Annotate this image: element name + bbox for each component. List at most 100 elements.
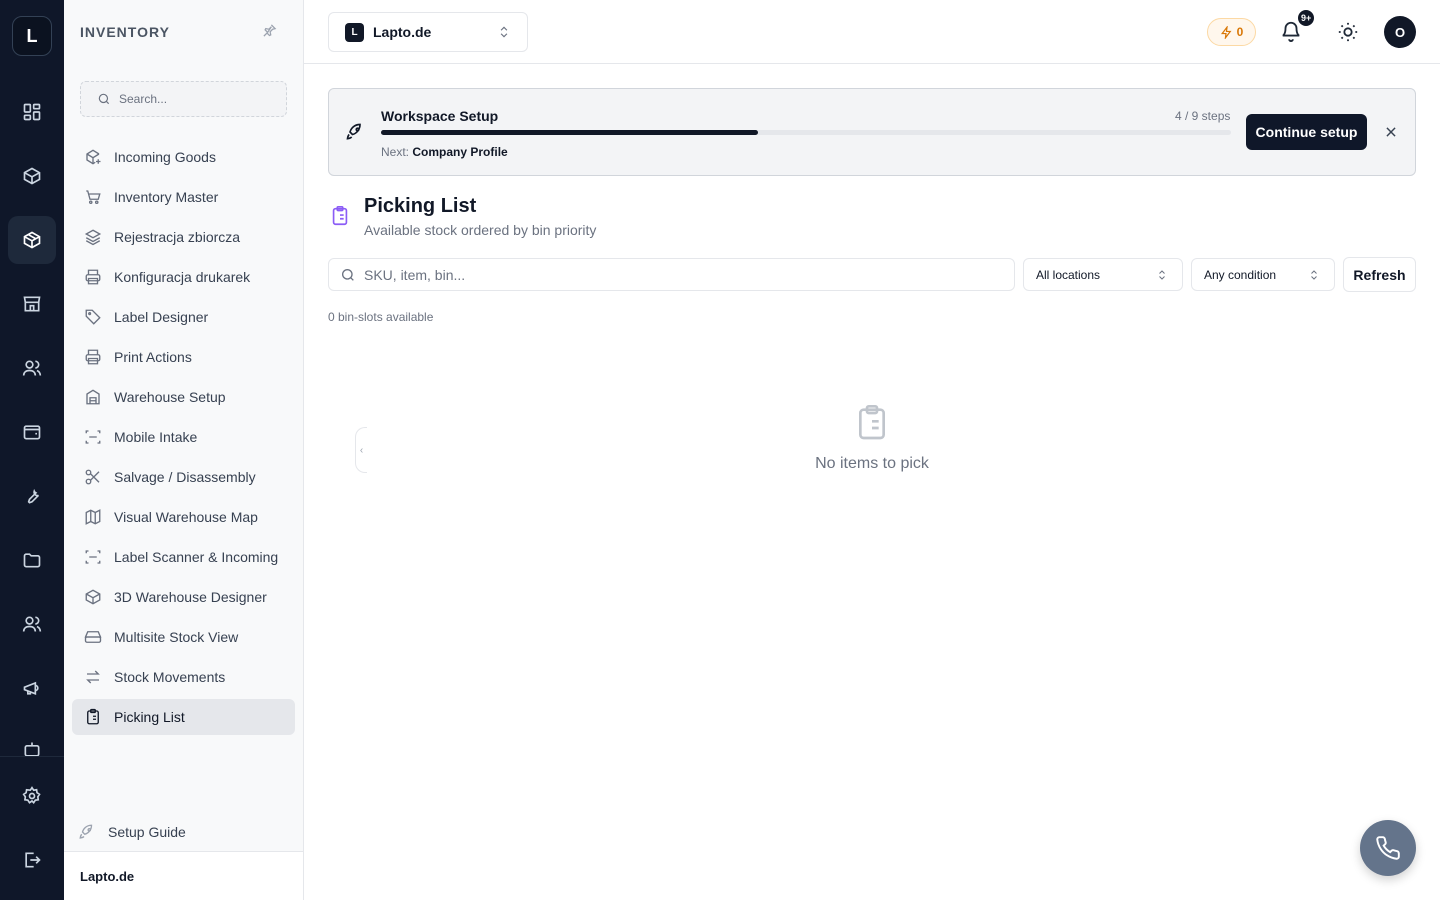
avatar[interactable]: O: [1384, 16, 1416, 48]
condition-filter-select[interactable]: Any condition: [1191, 258, 1335, 291]
sidebar-item-rejestracja-zbiorcza[interactable]: Rejestracja zbiorcza: [72, 219, 295, 255]
map-icon: [84, 508, 102, 526]
sidebar-item-label: 3D Warehouse Designer: [114, 589, 267, 605]
notifications-badge: 9+: [1298, 10, 1315, 26]
sun-icon[interactable]: [1337, 21, 1359, 43]
phone-icon[interactable]: [1360, 820, 1416, 876]
package-plus-icon: [84, 148, 102, 166]
tag-icon: [84, 308, 102, 326]
continue-setup-button[interactable]: Continue setup: [1246, 114, 1367, 150]
sidebar-title: INVENTORY: [80, 24, 170, 40]
bell-icon[interactable]: [1280, 20, 1302, 42]
chevrons-up-down-icon: [497, 25, 511, 39]
cube-icon: [84, 588, 102, 606]
sidebar-item-label: Label Scanner & Incoming: [114, 549, 279, 565]
sidebar-nav-list: Incoming Goods Inventory Master Rejestra…: [72, 139, 295, 739]
workspace-selector[interactable]: L Lapto.de: [328, 12, 528, 52]
clipboard-list-icon: [852, 403, 892, 443]
refresh-button[interactable]: Refresh: [1343, 257, 1416, 292]
sidebar-item-label: Salvage / Disassembly: [114, 469, 256, 485]
sidebar-item-label: Picking List: [114, 709, 185, 725]
rocket-icon: [78, 823, 96, 841]
credits-badge[interactable]: 0: [1207, 18, 1256, 46]
sidebar-collapse-handle[interactable]: ‹: [355, 427, 367, 473]
scissors-icon: [84, 468, 102, 486]
users-icon[interactable]: [8, 344, 56, 392]
setup-guide-link[interactable]: Setup Guide: [78, 823, 186, 841]
scan-icon: [84, 428, 102, 446]
sidebar-item-picking-list[interactable]: Picking List: [72, 699, 295, 735]
setup-guide-label: Setup Guide: [108, 824, 186, 840]
sidebar-item-label-designer[interactable]: Label Designer: [72, 299, 295, 335]
setup-title: Workspace Setup: [381, 108, 499, 124]
search-icon: [340, 267, 356, 283]
top-header: L Lapto.de 0 9+ O: [304, 0, 1440, 64]
page-title: Picking List: [364, 195, 477, 217]
close-icon[interactable]: [1384, 125, 1398, 139]
sidebar-item-incoming-goods[interactable]: Incoming Goods: [72, 139, 295, 175]
sidebar-item-label-scanner[interactable]: Label Scanner & Incoming: [72, 539, 295, 575]
package-icon[interactable]: [8, 152, 56, 200]
search-icon: [97, 92, 111, 106]
bin-slots-count: 0 bin-slots available: [328, 310, 434, 324]
location-filter-select[interactable]: All locations: [1023, 258, 1183, 291]
store-icon[interactable]: [8, 280, 56, 328]
clipboard-list-icon: [329, 204, 351, 228]
workspace-setup-banner: Workspace Setup 4 / 9 steps Next: Compan…: [328, 88, 1416, 176]
rocket-icon: [345, 122, 365, 142]
credits-count: 0: [1236, 25, 1244, 39]
app-rail: L: [0, 0, 64, 900]
dashboard-icon[interactable]: [8, 88, 56, 136]
sidebar-item-konfiguracja-drukarek[interactable]: Konfiguracja drukarek: [72, 259, 295, 295]
sidebar-search-input[interactable]: Search...: [80, 81, 287, 117]
next-label: Next:: [381, 145, 410, 159]
sidebar-item-label: Inventory Master: [114, 189, 219, 205]
rail-divider: [0, 756, 64, 757]
folder-icon[interactable]: [8, 536, 56, 584]
picking-search-input[interactable]: SKU, item, bin...: [328, 258, 1015, 291]
location-filter-value: All locations: [1036, 267, 1101, 282]
megaphone-icon[interactable]: [8, 664, 56, 712]
sidebar-item-print-actions[interactable]: Print Actions: [72, 339, 295, 375]
sidebar-item-multisite-stock-view[interactable]: Multisite Stock View: [72, 619, 295, 655]
empty-state-message: No items to pick: [815, 455, 929, 472]
inventory-box-icon[interactable]: [8, 216, 56, 264]
logout-icon[interactable]: [8, 836, 56, 884]
next-step-name: Company Profile: [412, 145, 508, 159]
wallet-icon[interactable]: [8, 408, 56, 456]
wrench-icon[interactable]: [8, 472, 56, 520]
sidebar-item-label: Visual Warehouse Map: [114, 509, 258, 525]
pin-icon[interactable]: [262, 23, 277, 38]
sidebar-item-inventory-master[interactable]: Inventory Master: [72, 179, 295, 215]
cart-icon: [84, 188, 102, 206]
setup-next-step: Next: Company Profile: [381, 145, 508, 159]
sidebar-item-stock-movements[interactable]: Stock Movements: [72, 659, 295, 695]
sidebar-item-3d-warehouse-designer[interactable]: 3D Warehouse Designer: [72, 579, 295, 615]
printer-icon: [84, 348, 102, 366]
printer-icon: [84, 268, 102, 286]
bot-icon[interactable]: [8, 728, 56, 756]
clipboard-list-icon: [84, 708, 102, 726]
sidebar-item-label: Incoming Goods: [114, 149, 216, 165]
sidebar-item-mobile-intake[interactable]: Mobile Intake: [72, 419, 295, 455]
sidebar-item-label: Multisite Stock View: [114, 629, 239, 645]
sidebar-item-visual-warehouse-map[interactable]: Visual Warehouse Map: [72, 499, 295, 535]
sidebar-item-label: Print Actions: [114, 349, 192, 365]
setup-progress-bar: [381, 130, 1231, 135]
search-placeholder: SKU, item, bin...: [364, 266, 466, 283]
building-icon: [84, 388, 102, 406]
sidebar-item-warehouse-setup[interactable]: Warehouse Setup: [72, 379, 295, 415]
settings-icon[interactable]: [8, 772, 56, 820]
page-subtitle: Available stock ordered by bin priority: [364, 222, 597, 238]
sidebar-item-label: Rejestracja zbiorcza: [114, 229, 241, 245]
workspace-logo[interactable]: L: [12, 16, 52, 56]
scan-icon: [84, 548, 102, 566]
hard-drive-icon: [84, 628, 102, 646]
arrows-icon: [84, 668, 102, 686]
setup-progress-fill: [381, 130, 759, 135]
sidebar-item-label: Warehouse Setup: [114, 389, 226, 405]
sidebar-item-salvage-disassembly[interactable]: Salvage / Disassembly: [72, 459, 295, 495]
sidebar-item-label: Mobile Intake: [114, 429, 198, 445]
workspace-badge: L: [345, 22, 364, 42]
team-icon[interactable]: [8, 600, 56, 648]
